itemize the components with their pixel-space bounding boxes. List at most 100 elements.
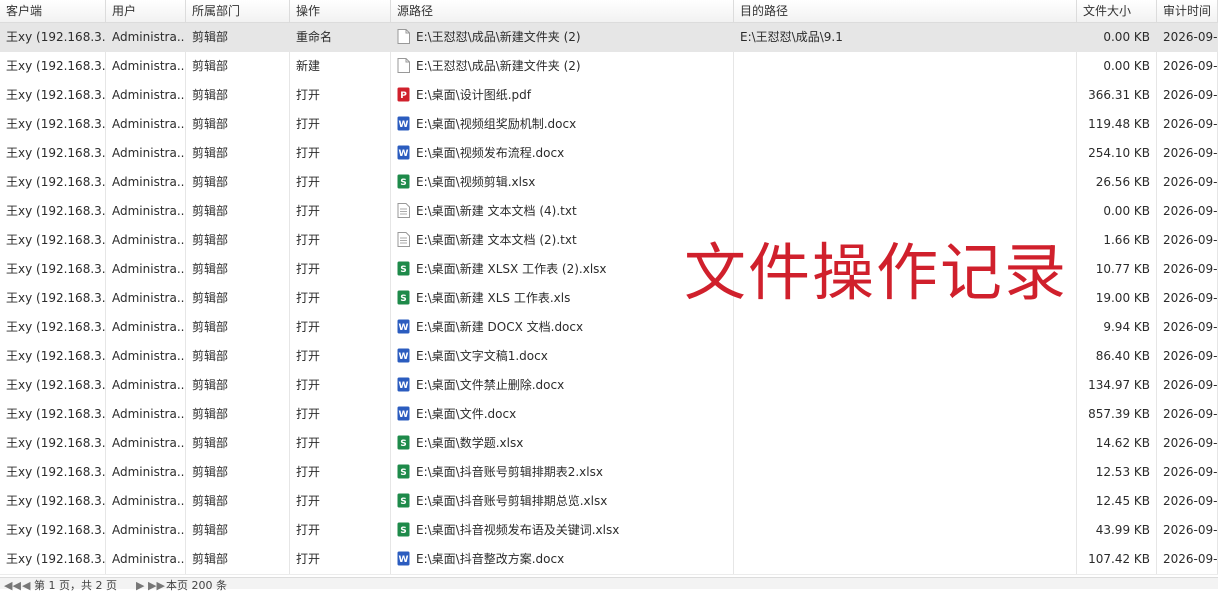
cell-op: 打开 (290, 516, 391, 545)
cell-client: 王xy (192.168.3... (0, 487, 106, 516)
cell-op: 打开 (290, 226, 391, 255)
table-row[interactable]: 王xy (192.168.3... Administra... 剪辑部 打开 S E:\桌… (0, 487, 1218, 517)
first-page-button[interactable]: ◀◀ (4, 580, 21, 591)
cell-dept: 剪辑部 (186, 226, 290, 255)
svg-text:S: S (400, 178, 406, 188)
last-page-button[interactable]: ▶▶ (148, 580, 165, 591)
table-row[interactable]: 王xy (192.168.3... Administra... 剪辑部 打开 S E:\桌… (0, 516, 1218, 546)
svg-text:W: W (399, 323, 409, 333)
cell-size: 0.00 KB (1077, 197, 1157, 226)
column-header-client[interactable]: 客户端 (0, 0, 106, 22)
table-row[interactable]: 王xy (192.168.3... Administra... 剪辑部 打开 P E:\桌… (0, 81, 1218, 111)
cell-dst (734, 458, 1077, 487)
cell-src: S E:\桌面\抖音账号剪辑排期表2.xlsx (391, 458, 734, 487)
cell-op: 打开 (290, 487, 391, 516)
word-file-icon: W (397, 403, 410, 421)
cell-dst (734, 429, 1077, 458)
cell-time: 2026-09-0 (1157, 516, 1218, 545)
table-row[interactable]: 王xy (192.168.3... Administra... 剪辑部 打开 W E:\桌… (0, 545, 1218, 575)
table-row[interactable]: 王xy (192.168.3... Administra... 剪辑部 打开 W E:\桌… (0, 313, 1218, 343)
cell-op: 重命名 (290, 23, 391, 52)
cell-src: W E:\桌面\视频组奖励机制.docx (391, 110, 734, 139)
cell-dst (734, 139, 1077, 168)
svg-text:W: W (399, 352, 409, 362)
source-path-text: E:\桌面\设计图纸.pdf (416, 88, 531, 102)
svg-text:W: W (399, 120, 409, 130)
cell-size: 0.00 KB (1077, 23, 1157, 52)
table-row[interactable]: 王xy (192.168.3... Administra... 剪辑部 打开 W E:\桌… (0, 400, 1218, 430)
prev-page-button[interactable]: ◀ (22, 580, 30, 591)
source-path-text: E:\桌面\新建 XLSX 工作表 (2).xlsx (416, 262, 607, 276)
svg-text:S: S (400, 265, 406, 275)
cell-user: Administra... (106, 81, 186, 110)
column-header-dst[interactable]: 目的路径 (734, 0, 1077, 22)
cell-client: 王xy (192.168.3... (0, 429, 106, 458)
cell-size: 254.10 KB (1077, 139, 1157, 168)
table-row[interactable]: 王xy (192.168.3... Administra... 剪辑部 打开 W E:\桌… (0, 139, 1218, 169)
cell-src: S E:\桌面\抖音视频发布语及关键词.xlsx (391, 516, 734, 545)
page-indicator: 第 1 页，共 2 页 (34, 579, 117, 592)
excel-file-icon: S (397, 490, 410, 508)
table-row[interactable]: 王xy (192.168.3... Administra... 剪辑部 打开 S E:\桌… (0, 458, 1218, 488)
cell-dst: E:\王怼怼\成品\9.1 (734, 23, 1077, 52)
cell-client: 王xy (192.168.3... (0, 23, 106, 52)
column-header-time[interactable]: 审计时间 (1157, 0, 1218, 22)
cell-user: Administra... (106, 197, 186, 226)
cell-user: Administra... (106, 226, 186, 255)
column-header-size[interactable]: 文件大小 (1077, 0, 1157, 22)
cell-time: 2026-09-0 (1157, 342, 1218, 371)
excel-file-icon: S (397, 432, 410, 450)
cell-op: 打开 (290, 342, 391, 371)
cell-op: 打开 (290, 400, 391, 429)
cell-dst (734, 168, 1077, 197)
cell-client: 王xy (192.168.3... (0, 458, 106, 487)
next-page-button[interactable]: ▶ (136, 580, 144, 591)
cell-user: Administra... (106, 371, 186, 400)
cell-dst (734, 487, 1077, 516)
cell-op: 打开 (290, 110, 391, 139)
cell-src: W E:\桌面\文件禁止删除.docx (391, 371, 734, 400)
cell-size: 0.00 KB (1077, 52, 1157, 81)
table-row[interactable]: 王xy (192.168.3... Administra... 剪辑部 新建 E:\王怼… (0, 52, 1218, 82)
column-header-src[interactable]: 源路径 (391, 0, 734, 22)
cell-src: E:\王怼怼\成品\新建文件夹 (2) (391, 52, 734, 81)
source-path-text: E:\桌面\抖音整改方案.docx (416, 552, 565, 566)
cell-size: 12.53 KB (1077, 458, 1157, 487)
cell-src: W E:\桌面\文件.docx (391, 400, 734, 429)
cell-dept: 剪辑部 (186, 313, 290, 342)
cell-src: W E:\桌面\文字文稿1.docx (391, 342, 734, 371)
cell-dept: 剪辑部 (186, 81, 290, 110)
column-header-dept[interactable]: 所属部门 (186, 0, 290, 22)
cell-client: 王xy (192.168.3... (0, 52, 106, 81)
table-row[interactable]: 王xy (192.168.3... Administra... 剪辑部 打开 W E:\桌… (0, 342, 1218, 372)
source-path-text: E:\桌面\抖音视频发布语及关键词.xlsx (416, 523, 620, 537)
cell-client: 王xy (192.168.3... (0, 110, 106, 139)
cell-dept: 剪辑部 (186, 52, 290, 81)
cell-user: Administra... (106, 545, 186, 574)
cell-op: 打开 (290, 429, 391, 458)
word-file-icon: W (397, 142, 410, 160)
cell-client: 王xy (192.168.3... (0, 313, 106, 342)
table-row[interactable]: 王xy (192.168.3... Administra... 剪辑部 打开 W E:\桌… (0, 371, 1218, 401)
svg-text:S: S (400, 526, 406, 536)
cell-op: 打开 (290, 197, 391, 226)
cell-size: 134.97 KB (1077, 371, 1157, 400)
table-row[interactable]: 王xy (192.168.3... Administra... 剪辑部 打开 S E:\桌… (0, 168, 1218, 198)
cell-dst (734, 52, 1077, 81)
table-row[interactable]: 王xy (192.168.3... Administra... 剪辑部 打开 W E:\桌… (0, 110, 1218, 140)
table-header: 客户端 用户 所属部门 操作 源路径 目的路径 文件大小 审计时间 (0, 0, 1218, 23)
column-header-user[interactable]: 用户 (106, 0, 186, 22)
cell-size: 19.00 KB (1077, 284, 1157, 313)
svg-text:W: W (399, 410, 409, 420)
table-row[interactable]: 王xy (192.168.3... Administra... 剪辑部 重命名 E:\王… (0, 23, 1218, 53)
cell-op: 打开 (290, 313, 391, 342)
table-row[interactable]: 王xy (192.168.3... Administra... 剪辑部 打开 S E:\桌… (0, 429, 1218, 459)
cell-time: 2026-09-0 (1157, 458, 1218, 487)
word-file-icon: W (397, 345, 410, 363)
cell-src: E:\桌面\新建 文本文档 (2).txt (391, 226, 734, 255)
cell-time: 2026-09-0 (1157, 487, 1218, 516)
cell-time: 2026-09-0 (1157, 255, 1218, 284)
source-path-text: E:\桌面\视频剪辑.xlsx (416, 175, 536, 189)
cell-dept: 剪辑部 (186, 255, 290, 284)
column-header-op[interactable]: 操作 (290, 0, 391, 22)
